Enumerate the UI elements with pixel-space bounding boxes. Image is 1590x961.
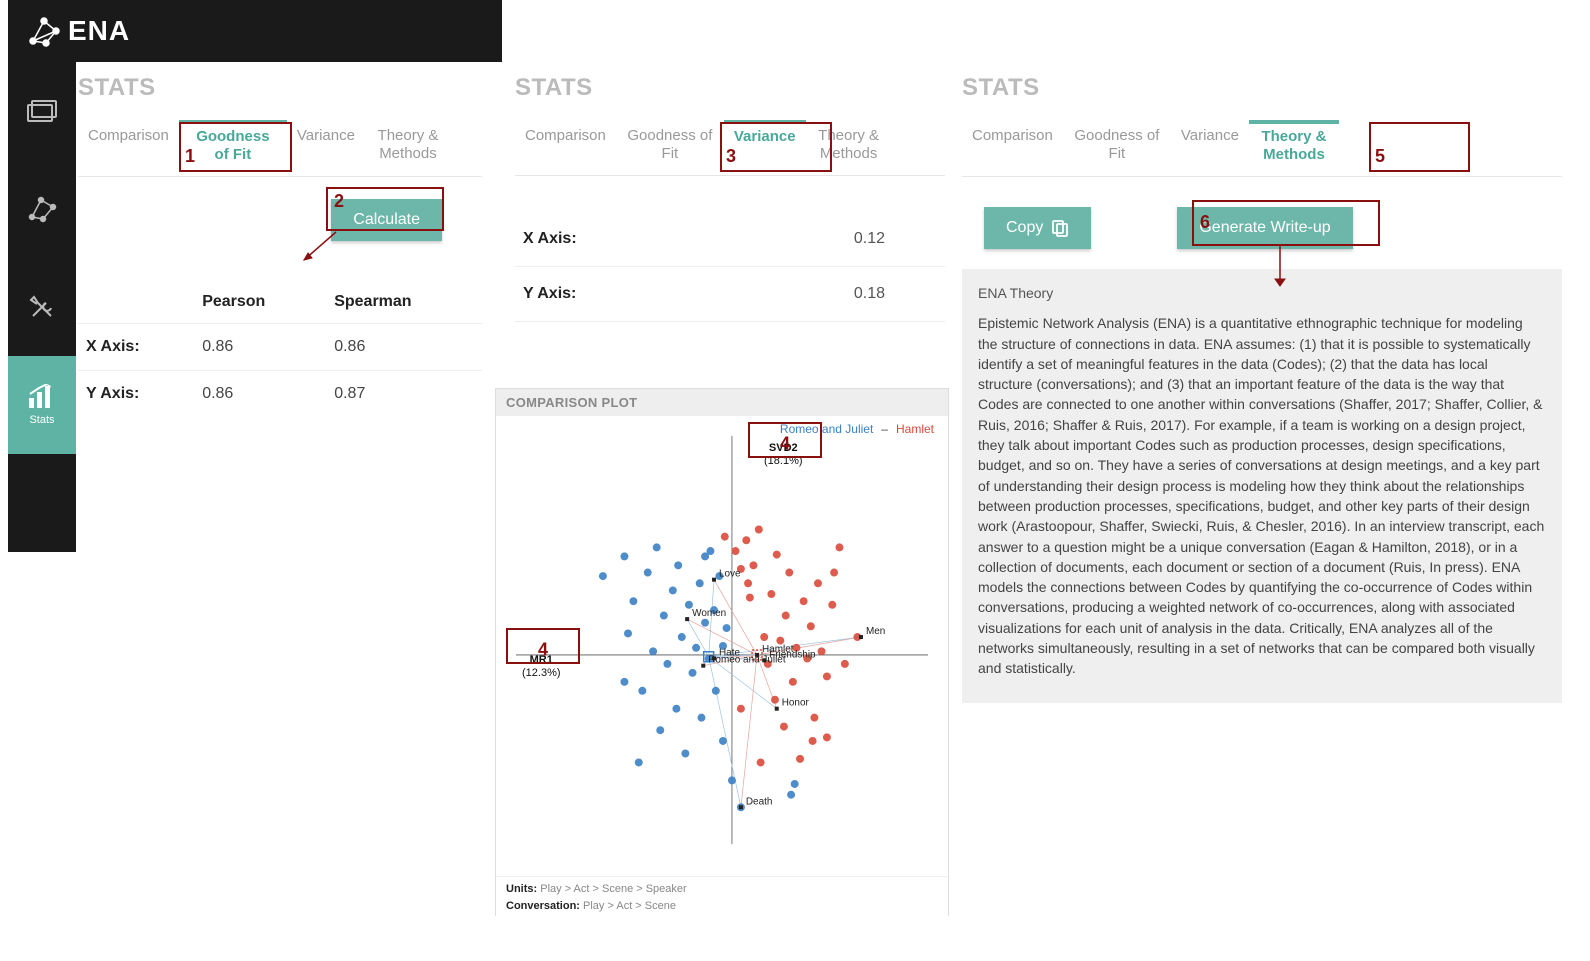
tab-variance[interactable]: Variance [1171, 120, 1249, 176]
tab-goodness-of-fit[interactable]: Goodness of Fit [1063, 120, 1171, 176]
cell-value: 0.86 [194, 371, 326, 418]
cell-value: 0.87 [326, 371, 482, 418]
tab-goodness-of-fit[interactable]: Goodness of Fit [616, 120, 724, 175]
callout-1: 1 [179, 122, 292, 172]
app-header: ENA [8, 0, 502, 62]
panel-title: STATS [515, 74, 945, 102]
tab-comparison[interactable]: Comparison [78, 120, 179, 176]
row-label: X Axis: [523, 230, 577, 248]
svg-text:Love: Love [719, 569, 741, 580]
sidebar-item-network[interactable] [8, 160, 76, 258]
theory-writeup: ENA Theory Epistemic Network Analysis (E… [962, 269, 1562, 703]
callout-6: 6 [1192, 200, 1380, 246]
svg-text:Honor: Honor [782, 698, 810, 709]
cell-value: 0.86 [194, 324, 326, 371]
goodness-of-fit-table: Pearson Spearman X Axis: 0.86 0.86 Y Axi… [78, 281, 482, 417]
plot-footer: Units: Play > Act > Scene > Speaker Conv… [496, 876, 948, 922]
panel-title: STATS [78, 74, 482, 102]
column-header-pearson: Pearson [194, 281, 326, 324]
sidebar-item-label: Stats [29, 414, 54, 426]
svg-text:Women: Women [692, 608, 726, 619]
table-row: Y Axis: 0.18 [515, 267, 945, 322]
callout-3: 3 [720, 122, 832, 172]
sidebar-item-projects[interactable] [8, 62, 76, 160]
brand-name: ENA [68, 15, 130, 47]
plot-title: COMPARISON PLOT [496, 389, 948, 416]
stats-panel-theory-methods: STATS Comparison Goodness of Fit Varianc… [962, 74, 1562, 703]
arrow-icon [1273, 246, 1287, 294]
svg-text:Men: Men [866, 626, 885, 637]
cell-value: 0.12 [854, 230, 885, 248]
theory-body: Epistemic Network Analysis (ENA) is a qu… [978, 313, 1546, 678]
copy-button[interactable]: Copy [984, 207, 1091, 249]
svg-text:Death: Death [746, 796, 773, 807]
theory-heading: ENA Theory [978, 283, 1546, 303]
callout-4a: 4 [748, 422, 822, 458]
callout-2: 2 [326, 187, 444, 231]
sidebar: Stats [8, 62, 76, 552]
brand-logo: ENA [26, 13, 130, 49]
stats-tabs: Comparison Goodness of Fit Variance Theo… [962, 120, 1562, 177]
copy-icon [1051, 219, 1069, 237]
network-icon [27, 195, 57, 223]
callout-5: 5 [1369, 122, 1470, 172]
row-label: Y Axis: [78, 371, 194, 418]
tab-variance[interactable]: Variance [287, 120, 365, 176]
arrow-icon [296, 230, 340, 268]
panel-title: STATS [962, 74, 1562, 102]
column-header-spearman: Spearman [326, 281, 482, 324]
tab-theory-methods[interactable]: Theory & Methods [1249, 120, 1339, 176]
sidebar-item-stats[interactable]: Stats [8, 356, 76, 454]
table-row: X Axis: 0.12 [515, 212, 945, 267]
tools-icon [28, 293, 56, 321]
row-label: X Axis: [78, 324, 194, 371]
tab-comparison[interactable]: Comparison [962, 120, 1063, 176]
folders-icon [27, 99, 57, 123]
stats-icon [27, 384, 57, 410]
tab-comparison[interactable]: Comparison [515, 120, 616, 175]
logo-network-icon [26, 13, 62, 49]
table-row: Y Axis: 0.86 0.87 [78, 371, 482, 418]
cell-value: 0.86 [326, 324, 482, 371]
table-row: X Axis: 0.86 0.86 [78, 324, 482, 371]
stats-panel-variance: STATS Comparison Goodness of Fit Varianc… [515, 74, 945, 322]
row-label: Y Axis: [523, 285, 576, 303]
svg-text:Romeo and Juliet: Romeo and Juliet [708, 655, 786, 666]
cell-value: 0.18 [854, 285, 885, 303]
tab-theory-methods[interactable]: Theory & Methods [365, 120, 451, 176]
sidebar-item-tools[interactable] [8, 258, 76, 356]
callout-4b: 4 [506, 628, 580, 664]
